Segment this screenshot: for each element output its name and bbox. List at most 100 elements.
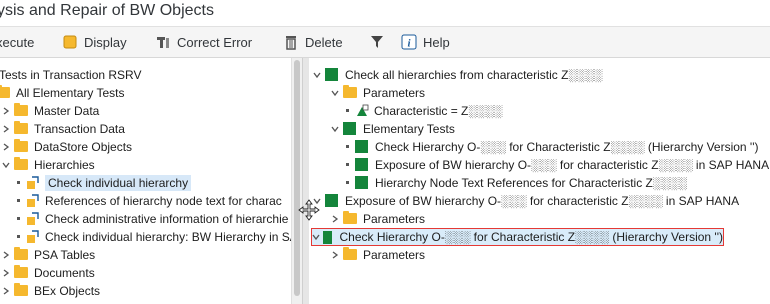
tree-item-label: DataStore Objects [34, 139, 133, 154]
help-button[interactable]: i Help [401, 32, 450, 52]
right-item-node-text-references[interactable]: Hierarchy Node Text References for Chara… [343, 174, 687, 191]
toolbar: xecute Display Correct Error Delete i [0, 27, 770, 58]
tree-item-datastore-objects[interactable]: DataStore Objects [0, 138, 132, 155]
display-label: Display [84, 34, 127, 50]
execute-button[interactable]: xecute [0, 32, 34, 52]
tree-item-label: Check individual hierarchy [45, 174, 192, 191]
tree-root[interactable]: Tests in Transaction RSRV [0, 66, 142, 83]
folder-icon [14, 283, 28, 296]
tree-all-tests-label: All Elementary Tests [16, 85, 125, 100]
correct-error-label: Correct Error [177, 34, 253, 50]
tree-item-label: Check administrative information of hier… [45, 211, 289, 226]
left-tree-pane: Tests in Transaction RSRV All Elementary… [0, 58, 291, 304]
scrollbar-thumb[interactable] [294, 60, 300, 296]
status-green-icon [343, 122, 356, 135]
delete-label: Delete [305, 34, 343, 50]
chevron-down-icon [329, 123, 341, 135]
folder-icon [14, 121, 28, 134]
tree-item-label: References of hierarchy node text for ch… [45, 193, 282, 208]
trash-icon [286, 36, 296, 50]
tree-root-label: Tests in Transaction RSRV [0, 67, 142, 82]
status-green-icon [355, 140, 368, 153]
folder-icon [14, 265, 28, 278]
chevron-right-icon [0, 105, 12, 117]
chevron-down-icon [0, 159, 12, 171]
right-item-label: Parameters [363, 247, 426, 262]
bullet-icon [17, 181, 20, 184]
window-title: ysis and Repair of BW Objects [0, 2, 214, 19]
folder-open-icon [343, 85, 357, 98]
tree-item-documents[interactable]: Documents [0, 264, 95, 281]
right-item-check-hierarchy[interactable]: Check Hierarchy O-░░░ for Characteristic… [343, 138, 759, 155]
tree-item-label: Documents [34, 265, 95, 280]
chevron-right-icon [0, 249, 12, 261]
display-icon [63, 35, 77, 49]
info-icon: i [401, 34, 417, 50]
test-icon [27, 211, 39, 225]
right-item-exposure-hana[interactable]: Exposure of BW hierarchy O-░░░ for chara… [343, 156, 769, 173]
tree-item-psa-tables[interactable]: PSA Tables [0, 246, 95, 263]
right-item-check-all-hierarchies[interactable]: Check all hierarchies from characteristi… [311, 66, 602, 83]
chevron-right-icon [329, 249, 341, 261]
right-item-label: Check all hierarchies from characteristi… [345, 67, 603, 82]
status-green-icon [355, 158, 368, 171]
status-green-icon [322, 230, 333, 244]
tree-all-tests[interactable]: All Elementary Tests [0, 84, 125, 101]
right-item-label: Check Hierarchy O-░░░ for Characteristic… [375, 139, 759, 154]
right-tree-pane: Check all hierarchies from characteristi… [309, 58, 770, 304]
folder-icon [343, 211, 357, 224]
right-item-exposure-hana-root[interactable]: Exposure of BW hierarchy O-░░░ for chara… [311, 192, 739, 209]
tree-item-references-node-text[interactable]: References of hierarchy node text for ch… [14, 192, 282, 209]
bullet-icon [17, 217, 20, 220]
characteristic-icon [357, 104, 369, 116]
right-item-label: Elementary Tests [363, 121, 455, 136]
correct-error-button[interactable]: Correct Error [155, 32, 252, 52]
delete-button[interactable]: Delete [283, 32, 343, 52]
chevron-down-icon [312, 231, 321, 243]
folder-open-icon [14, 157, 28, 170]
tree-item-transaction-data[interactable]: Transaction Data [0, 120, 125, 137]
tree-item-check-individual-hierarchy[interactable]: Check individual hierarchy [14, 174, 192, 191]
right-item-parameters-2[interactable]: Parameters [329, 210, 425, 227]
tree-item-bex-objects[interactable]: BEx Objects [0, 282, 100, 299]
wrench-icon [157, 37, 169, 48]
right-item-parameters[interactable]: Parameters [329, 84, 425, 101]
folder-icon [0, 85, 10, 98]
right-item-label: Parameters [363, 85, 426, 100]
chevron-right-icon [0, 267, 12, 279]
tree-item-check-bw-hierarchy-hana[interactable]: Check individual hierarchy: BW Hierarchy… [14, 228, 291, 245]
tree-item-label: Transaction Data [34, 121, 125, 136]
title-bar: ysis and Repair of BW Objects [0, 0, 770, 27]
tree-item-master-data[interactable]: Master Data [0, 102, 99, 119]
right-item-elementary-tests[interactable]: Elementary Tests [329, 120, 455, 137]
filter-button[interactable] [369, 32, 391, 52]
help-label: Help [423, 34, 450, 50]
tree-item-check-admin-info[interactable]: Check administrative information of hier… [14, 210, 288, 227]
right-item-label: Check Hierarchy O-░░░ for Characteristic… [339, 230, 723, 244]
right-item-characteristic[interactable]: Characteristic = Z░░░░ [343, 102, 502, 119]
folder-icon [14, 247, 28, 260]
left-pane-scrollbar[interactable] [291, 58, 302, 304]
right-item-parameters-3[interactable]: Parameters [329, 246, 425, 263]
chevron-right-icon [0, 285, 12, 297]
move-cursor-icon [298, 199, 320, 221]
bullet-icon [346, 109, 349, 112]
chevron-down-icon [311, 69, 323, 81]
tree-item-hierarchies[interactable]: Hierarchies [0, 156, 95, 173]
filter-icon [371, 36, 383, 48]
right-item-check-hierarchy-root-selected[interactable]: Check Hierarchy O-░░░ for Characteristic… [311, 228, 724, 246]
right-item-label: Exposure of BW hierarchy O-░░░ for chara… [375, 157, 770, 172]
execute-label: xecute [0, 34, 35, 50]
tree-item-label: BEx Objects [34, 283, 101, 298]
status-green-icon [325, 194, 338, 207]
bullet-icon [346, 163, 349, 166]
right-item-label: Parameters [363, 211, 426, 226]
status-green-icon [325, 68, 338, 81]
bullet-icon [17, 199, 20, 202]
tree-item-label: Master Data [34, 103, 100, 118]
right-item-label: Hierarchy Node Text References for Chara… [375, 175, 687, 190]
bullet-icon [346, 145, 349, 148]
status-green-icon [355, 176, 368, 189]
display-button[interactable]: Display [62, 32, 127, 52]
test-icon [27, 175, 39, 189]
